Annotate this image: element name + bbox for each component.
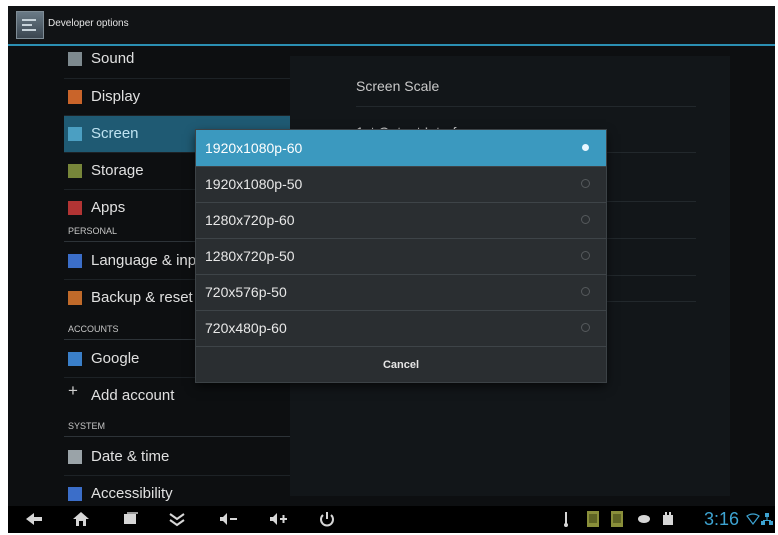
header-item-label: Sound — [91, 50, 135, 67]
backup-icon — [68, 291, 82, 305]
volume-up-icon[interactable] — [268, 510, 290, 533]
option-label: 720x576p-50 — [205, 284, 287, 300]
volume-down-icon[interactable] — [218, 510, 240, 533]
sdcard-icon — [586, 510, 600, 533]
radio-unselected-icon[interactable] — [581, 287, 590, 296]
network-icon — [760, 510, 774, 533]
header-item-date-time[interactable]: Date & time — [64, 439, 290, 476]
language-icon — [68, 254, 82, 268]
option-label: 1280x720p-50 — [205, 248, 295, 264]
usb-icon — [560, 510, 572, 533]
header-item-label: Add account — [91, 387, 175, 404]
resolution-option[interactable]: 720x480p-60 — [196, 310, 606, 347]
option-label: 1280x720p-60 — [205, 212, 295, 228]
clock: 3:16 — [703, 509, 739, 529]
resolution-option[interactable]: 1280x720p-60 — [196, 202, 606, 239]
power-icon[interactable] — [318, 510, 336, 533]
section-header-system: SYSTEM — [64, 421, 290, 437]
radio-unselected-icon[interactable] — [581, 251, 590, 260]
option-label: 720x480p-60 — [205, 320, 287, 336]
header-item-label: Accessibility — [91, 485, 173, 502]
resolution-option[interactable]: 720x576p-50 — [196, 274, 606, 311]
radio-unselected-icon[interactable] — [581, 215, 590, 224]
header-item-add-account[interactable]: + Add account — [64, 378, 290, 414]
hide-bar-icon[interactable] — [168, 510, 186, 533]
back-icon[interactable] — [24, 510, 44, 533]
home-icon[interactable] — [72, 510, 90, 533]
clock-icon — [68, 450, 82, 464]
header-item-sound[interactable]: Sound — [64, 46, 290, 79]
cancel-button[interactable]: Cancel — [196, 348, 606, 382]
plus-icon: + — [68, 381, 78, 400]
resolution-option[interactable]: 1920x1080p-50 — [196, 166, 606, 203]
apps-icon — [68, 201, 82, 215]
storage-icon — [68, 164, 82, 178]
screen-icon — [68, 127, 82, 141]
radio-selected-icon[interactable] — [582, 144, 589, 151]
radio-unselected-icon[interactable] — [581, 179, 590, 188]
display-icon — [68, 90, 82, 104]
header-item-label: Screen — [91, 125, 139, 142]
header-item-label: Google — [91, 350, 140, 367]
settings-app-icon[interactable] — [16, 11, 44, 39]
header-item-display[interactable]: Display — [64, 79, 290, 116]
option-label: 1920x1080p-60 — [205, 140, 303, 156]
android-debug-icon — [660, 510, 676, 533]
header-item-label: Backup & reset — [91, 289, 193, 306]
recent-apps-icon[interactable] — [122, 510, 140, 533]
header-item-label: Language & input — [91, 252, 209, 269]
wifi-icon — [746, 510, 760, 533]
resolution-dialog: 1920x1080p-60 1920x1080p-50 1280x720p-60… — [196, 130, 606, 382]
header-item-label: Apps — [91, 199, 126, 216]
header-item-label: Display — [91, 88, 141, 105]
setting-screen-scale[interactable]: Screen Scale — [356, 78, 696, 107]
option-label: 1920x1080p-50 — [205, 176, 303, 192]
resolution-option[interactable]: 1920x1080p-60 — [196, 130, 606, 167]
android-screen: Developer options Sound Display Screen S… — [8, 6, 775, 533]
header-item-label: Date & time — [91, 448, 170, 465]
resolution-option[interactable]: 1280x720p-50 — [196, 238, 606, 275]
sound-icon — [68, 52, 82, 66]
accessibility-icon — [68, 487, 82, 501]
google-icon — [68, 352, 82, 366]
action-bar: Developer options — [8, 6, 775, 46]
sdcard-icon — [610, 510, 624, 533]
page-title: Developer options — [48, 18, 129, 29]
header-item-label: Storage — [91, 162, 144, 179]
radio-unselected-icon[interactable] — [581, 323, 590, 332]
system-bar: 3:16 — [8, 506, 775, 533]
chat-icon — [636, 510, 652, 533]
